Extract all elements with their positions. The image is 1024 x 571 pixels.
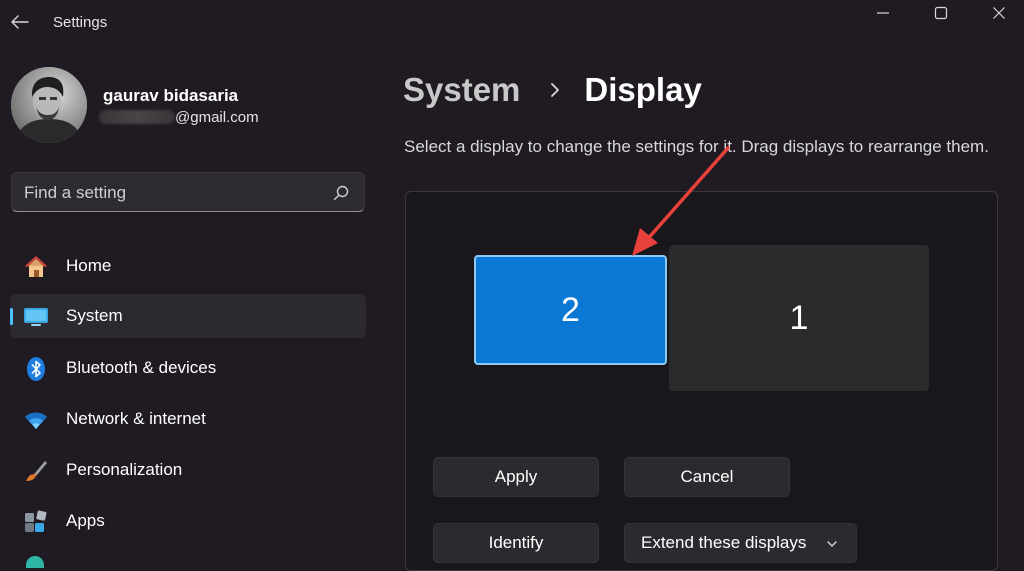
minimize-button[interactable] [854, 0, 912, 26]
sidebar-item-home[interactable]: Home [10, 244, 366, 288]
apps-icon [25, 510, 47, 532]
chevron-down-icon [827, 541, 837, 547]
close-button[interactable] [970, 0, 1024, 26]
dropdown-value: Extend these displays [641, 533, 807, 552]
home-icon [25, 256, 47, 277]
user-name: gaurav bidasaria [103, 86, 239, 105]
app-title: Settings [53, 14, 108, 31]
breadcrumb-parent[interactable]: System [403, 71, 520, 109]
maximize-icon [934, 6, 948, 20]
display-number: 1 [789, 298, 809, 337]
display-1[interactable]: 1 [669, 245, 929, 391]
identify-button[interactable]: Identify [433, 523, 599, 563]
sidebar-item-bluetooth[interactable]: Bluetooth & devices [10, 346, 366, 390]
apply-button[interactable]: Apply [433, 457, 599, 497]
search-input[interactable] [24, 181, 324, 205]
user-email: @gmail.com [175, 108, 259, 126]
sidebar-item-label: Apps [66, 511, 105, 530]
sidebar-item-label: Bluetooth & devices [66, 358, 217, 377]
sidebar-item-label: Network & internet [66, 409, 206, 428]
page-title: Display [584, 71, 702, 108]
email-redaction [99, 110, 175, 124]
close-icon [993, 7, 1005, 19]
user-email-row: @gmail.com [99, 108, 259, 126]
display-2[interactable]: 2 [474, 255, 667, 365]
wifi-icon [25, 412, 47, 429]
display-number: 2 [561, 290, 580, 329]
active-indicator [10, 308, 13, 325]
breadcrumb: System Display [403, 68, 702, 112]
title-bar: Settings [0, 0, 1024, 46]
display-mode-dropdown[interactable]: Extend these displays [624, 523, 857, 563]
cancel-button[interactable]: Cancel [624, 457, 790, 497]
paintbrush-icon [26, 461, 47, 481]
sidebar-item-personalization[interactable]: Personalization [10, 448, 366, 492]
arrow-left-icon [11, 15, 29, 29]
sidebar-item-network[interactable]: Network & internet [10, 397, 366, 441]
back-button[interactable] [8, 10, 32, 34]
minimize-icon [877, 12, 889, 14]
sidebar-item-partial[interactable] [26, 556, 44, 568]
bluetooth-icon [27, 357, 45, 381]
avatar[interactable] [11, 67, 87, 143]
chevron-right-icon [540, 75, 570, 105]
display-description: Select a display to change the settings … [404, 137, 989, 156]
sidebar-item-label: Home [66, 256, 112, 275]
maximize-button[interactable] [912, 0, 970, 26]
sidebar-item-label: Personalization [66, 460, 183, 479]
sidebar-item-apps[interactable]: Apps [10, 499, 366, 543]
search-box[interactable] [11, 172, 365, 212]
sidebar-item-system[interactable]: System [10, 294, 366, 338]
sidebar-item-label: System [66, 306, 123, 325]
search-icon[interactable] [332, 184, 350, 202]
user-photo-icon [11, 67, 87, 143]
system-monitor-icon [24, 308, 48, 326]
